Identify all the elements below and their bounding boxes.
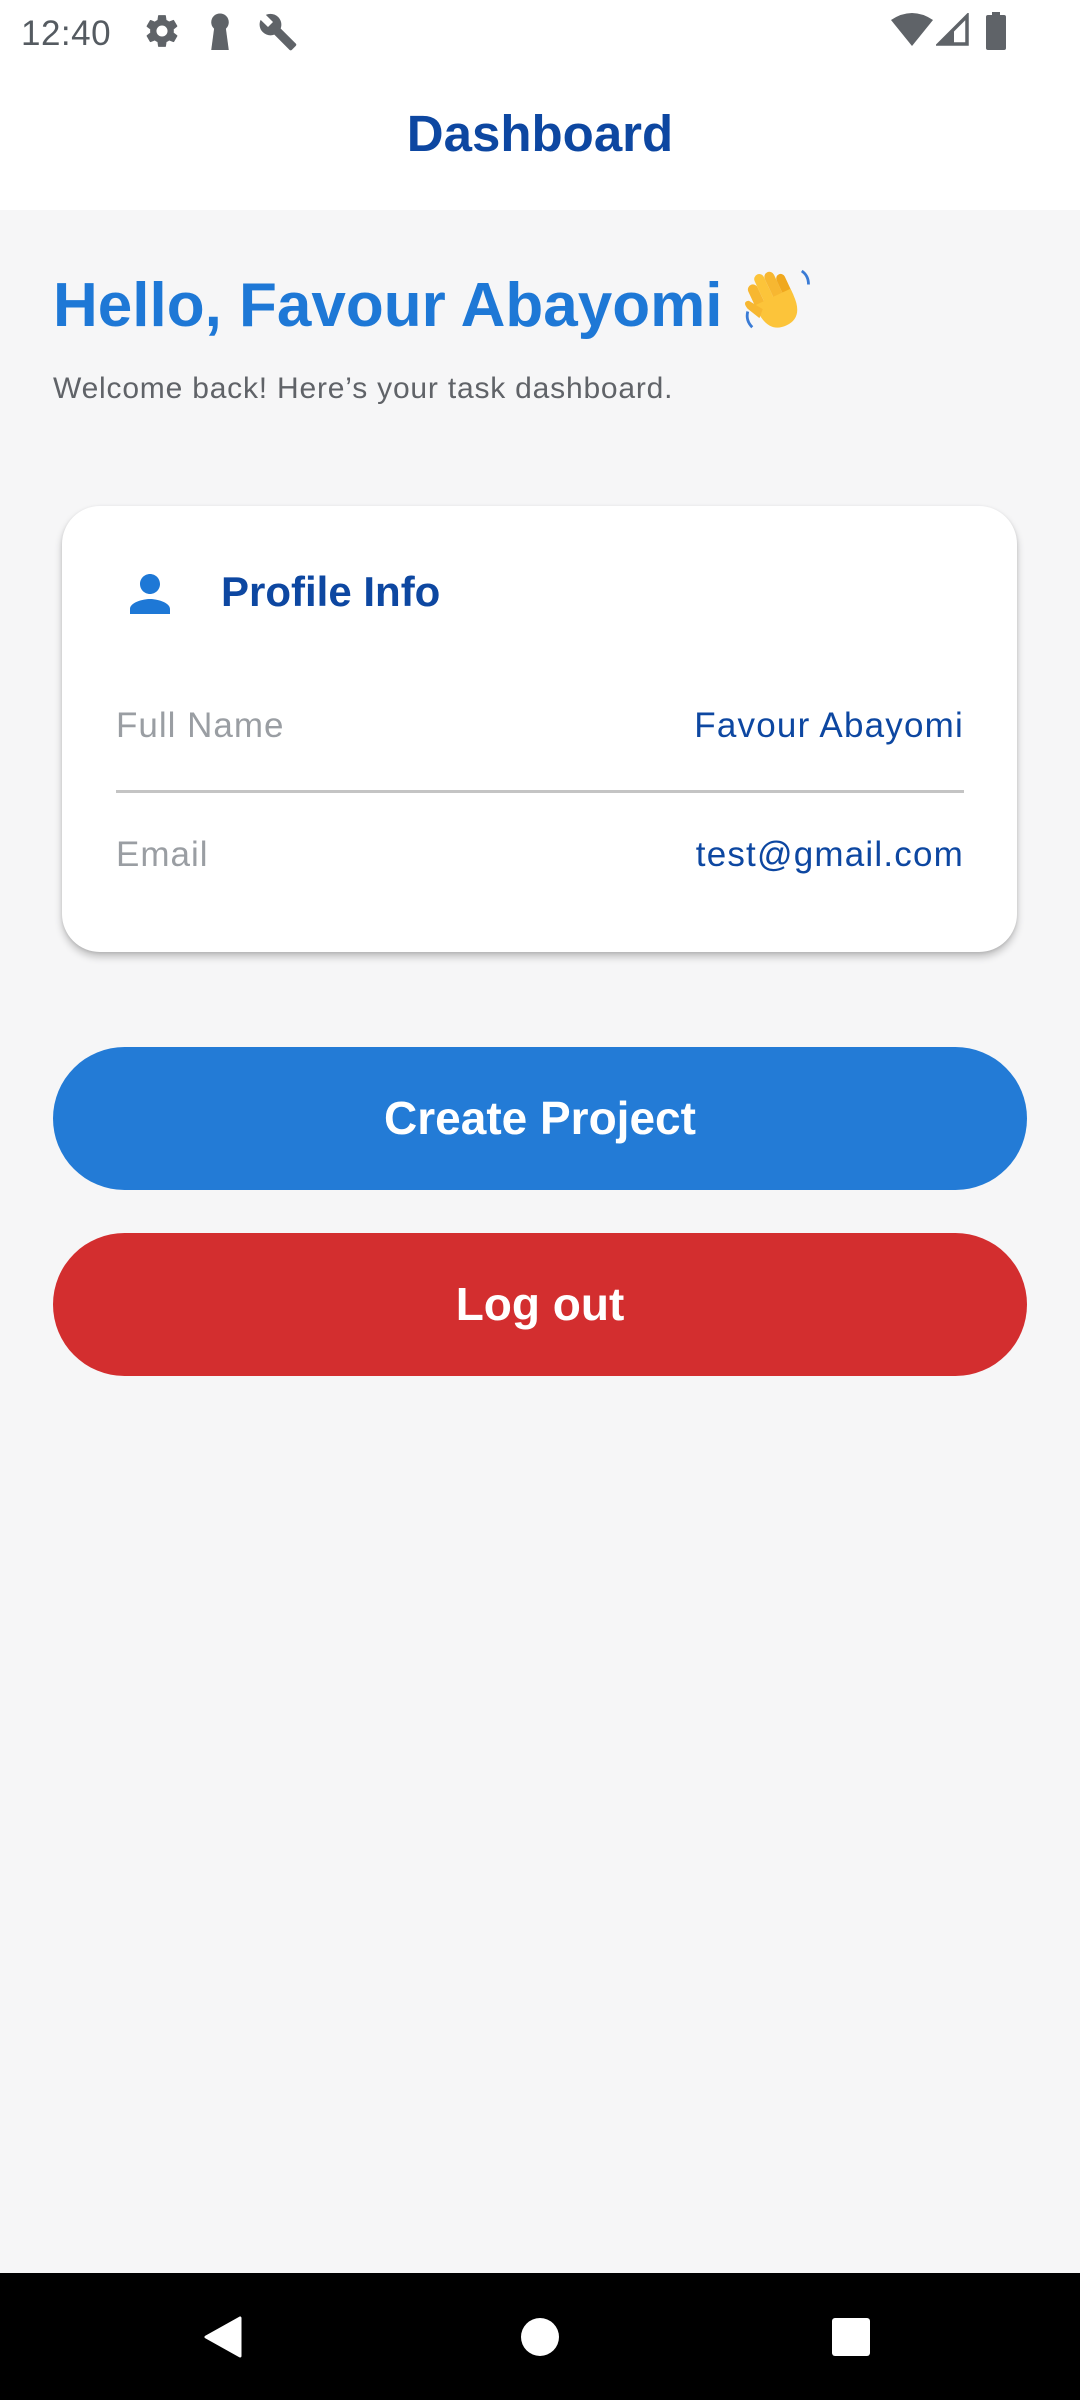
- log-out-button[interactable]: Log out: [53, 1233, 1027, 1376]
- page-title: Dashboard: [406, 105, 674, 162]
- email-value: test@gmail.com: [695, 835, 964, 874]
- app-bar: Dashboard: [0, 64, 1080, 210]
- greeting: Hello, Favour Abayomi: [53, 262, 813, 349]
- status-time: 12:40: [21, 14, 112, 53]
- email-label: Email: [116, 835, 209, 874]
- person-icon: [120, 564, 180, 629]
- wrench-icon: [258, 12, 298, 51]
- home-icon[interactable]: [480, 2273, 600, 2400]
- status-bar: 12:40: [0, 0, 1080, 64]
- cellular-signal-icon: [936, 13, 970, 51]
- recents-icon[interactable]: [791, 2273, 911, 2400]
- back-icon[interactable]: [164, 2273, 284, 2400]
- profile-card: Profile Info Full Name Favour Abayomi Em…: [62, 506, 1017, 952]
- keyhole-icon: [205, 12, 235, 50]
- full-name-label: Full Name: [116, 706, 285, 745]
- profile-card-title: Profile Info: [221, 568, 441, 615]
- full-name-value: Favour Abayomi: [694, 706, 964, 745]
- greeting-subtitle: Welcome back! Here’s your task dashboard…: [53, 372, 674, 405]
- email-row: Email test@gmail.com: [116, 835, 964, 895]
- navigation-bar: [0, 2273, 1080, 2400]
- waving-hand-icon: [741, 262, 813, 349]
- wifi-icon: [890, 12, 934, 50]
- divider: [116, 790, 964, 793]
- settings-icon: [143, 12, 181, 50]
- battery-icon: [985, 12, 1007, 50]
- full-name-row: Full Name Favour Abayomi: [116, 706, 964, 766]
- create-project-button[interactable]: Create Project: [53, 1047, 1027, 1190]
- greeting-text: Hello, Favour Abayomi: [53, 271, 723, 340]
